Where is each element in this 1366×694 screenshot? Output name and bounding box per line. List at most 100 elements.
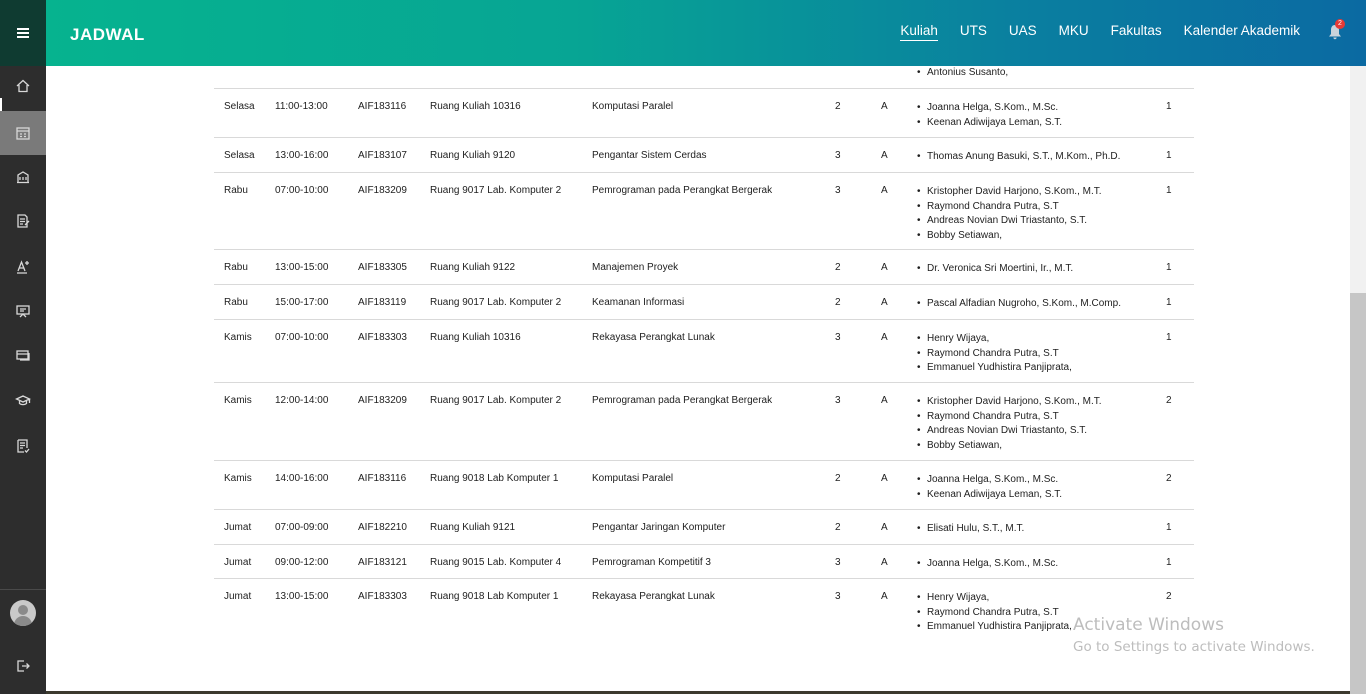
- day-cell: Selasa: [224, 101, 255, 112]
- list-check-icon: [17, 439, 30, 453]
- sks-cell: 3: [835, 150, 841, 161]
- lecturer-name: Henry Wijaya,: [917, 332, 1072, 347]
- course-code-cell: AIF183121: [358, 557, 407, 568]
- course-code-cell: AIF183119: [358, 297, 407, 308]
- lecturer-name: Raymond Chandra Putra, S.T: [917, 410, 1102, 425]
- day-cell: Rabu: [224, 185, 248, 196]
- lecturer-name: Kristopher David Harjono, S.Kom., M.T.: [917, 185, 1102, 200]
- lecturer-name: Bobby Setiawan,: [917, 439, 1102, 454]
- lecturer-name: Pascal Alfadian Nugroho, S.Kom., M.Comp.: [917, 297, 1121, 312]
- class-cell: A: [881, 297, 888, 308]
- lecturer-name: Bobby Setiawan,: [917, 229, 1102, 244]
- lecturer-name: Kristopher David Harjono, S.Kom., M.T.: [917, 395, 1102, 410]
- lecturer-name: Antonius Susanto,: [917, 66, 1008, 81]
- lecturer-name: Andreas Novian Dwi Triastanto, S.T.: [917, 424, 1102, 439]
- group-cell: 1: [1166, 297, 1172, 308]
- sidebar-item-schedule[interactable]: [0, 111, 46, 155]
- day-cell: Selasa: [224, 150, 255, 161]
- sidebar-item-home[interactable]: [0, 64, 46, 108]
- avatar[interactable]: [10, 600, 36, 626]
- sks-cell: 2: [835, 473, 841, 484]
- lecturer-name: Dr. Veronica Sri Moertini, Ir., M.T.: [917, 262, 1073, 277]
- nav-kalender-akademik[interactable]: Kalender Akademik: [1184, 23, 1300, 41]
- room-cell: Ruang Kuliah 10316: [430, 332, 521, 343]
- building-icon: [17, 171, 29, 184]
- nav-uts[interactable]: UTS: [960, 23, 987, 41]
- table-row: Kamis 14:00-16:00 AIF183116 Ruang 9018 Lab …: [214, 461, 1194, 510]
- document-edit-icon: [17, 214, 30, 228]
- sidebar-item-building[interactable]: [0, 155, 46, 199]
- time-cell: 13:00-15:00: [275, 591, 329, 602]
- course-name-cell: Keamanan Informasi: [592, 297, 685, 308]
- nav-uas[interactable]: UAS: [1009, 23, 1037, 41]
- course-code-cell: AIF183209: [358, 395, 407, 406]
- sidebar-item-list[interactable]: [0, 424, 46, 468]
- logout-button[interactable]: [0, 644, 46, 688]
- sks-cell: 3: [835, 557, 841, 568]
- sks-cell: 3: [835, 185, 841, 196]
- course-code-cell: AIF183107: [358, 150, 407, 161]
- sidebar-item-document[interactable]: [0, 199, 46, 243]
- table-row: Jumat 13:00-15:00 AIF183303 Ruang 9018 Lab …: [214, 579, 1194, 639]
- sidebar-item-graduation[interactable]: [0, 378, 46, 422]
- course-name-cell: Komputasi Paralel: [592, 473, 674, 484]
- room-cell: Ruang Kuliah 9120: [430, 150, 516, 161]
- sidebar: [0, 0, 46, 694]
- day-cell: Rabu: [224, 262, 248, 273]
- lecturer-name: Joanna Helga, S.Kom., M.Sc.: [917, 101, 1062, 116]
- lecturer-name: Thomas Anung Basuki, S.T., M.Kom., Ph.D.: [917, 150, 1120, 165]
- text-format-icon: [17, 260, 29, 274]
- nav-mku[interactable]: MKU: [1059, 23, 1089, 41]
- lecturer-name: Henry Wijaya,: [917, 591, 1072, 606]
- group-cell: 2: [1166, 591, 1172, 602]
- avatar-body: [14, 616, 32, 626]
- class-cell: A: [881, 150, 888, 161]
- sks-cell: 2: [835, 262, 841, 273]
- sidebar-item-presentation[interactable]: [0, 289, 46, 333]
- room-cell: Ruang 9015 Lab. Komputer 4: [430, 557, 562, 568]
- table-row: Kamis 07:00-10:00 AIF183303 Ruang Kuliah 10…: [214, 320, 1194, 383]
- course-name-cell: Pemrograman Kompetitif 3: [592, 557, 711, 568]
- course-code-cell: AIF183116: [358, 473, 407, 484]
- hamburger-icon: [17, 28, 29, 38]
- course-code-cell: AIF183305: [358, 262, 407, 273]
- group-cell: 1: [1166, 332, 1172, 343]
- day-cell: Kamis: [224, 395, 252, 406]
- graduation-cap-icon: [15, 395, 31, 406]
- course-code-cell: AIF183209: [358, 185, 407, 196]
- table-row: Rabu 13:00-15:00 AIF183305 Ruang Kuliah 912…: [214, 250, 1194, 285]
- sidebar-item-text[interactable]: [0, 245, 46, 289]
- day-cell: Jumat: [224, 557, 252, 568]
- time-cell: 07:00-10:00: [275, 185, 329, 196]
- class-cell: A: [881, 332, 888, 343]
- room-cell: Ruang 9018 Lab Komputer 1: [430, 473, 559, 484]
- sks-cell: 3: [835, 395, 841, 406]
- group-cell: 1: [1166, 101, 1172, 112]
- class-cell: A: [881, 395, 888, 406]
- day-cell: Jumat: [224, 591, 252, 602]
- group-cell: 1: [1166, 522, 1172, 533]
- sidebar-item-card[interactable]: [0, 333, 46, 377]
- course-name-cell: Manajemen Proyek: [592, 262, 679, 273]
- lecturer-cell: Kristopher David Harjono, S.Kom., M.T.Ra…: [917, 395, 1102, 453]
- lecturer-cell: Thomas Anung Basuki, S.T., M.Kom., Ph.D.: [917, 150, 1120, 165]
- group-cell: 1: [1166, 262, 1172, 273]
- menu-toggle-button[interactable]: [0, 0, 46, 66]
- room-cell: Ruang Kuliah 9122: [430, 262, 516, 273]
- lecturer-name: Joanna Helga, S.Kom., M.Sc.: [917, 557, 1058, 572]
- course-name-cell: Pemrograman pada Perangkat Bergerak: [592, 185, 773, 196]
- class-cell: A: [881, 101, 888, 112]
- lecturer-name: Raymond Chandra Putra, S.T: [917, 606, 1072, 621]
- course-name-cell: Pemrograman pada Perangkat Bergerak: [592, 395, 773, 406]
- sks-cell: 2: [835, 101, 841, 112]
- nav-fakultas[interactable]: Fakultas: [1111, 23, 1162, 41]
- room-cell: Ruang 9017 Lab. Komputer 2: [430, 297, 562, 308]
- table-row: Kamis 12:00-14:00 AIF183209 Ruang 9017 Lab.…: [214, 383, 1194, 461]
- nav-kuliah[interactable]: Kuliah: [900, 23, 938, 41]
- lecturer-name: Keenan Adiwijaya Leman, S.T.: [917, 116, 1062, 131]
- day-cell: Kamis: [224, 332, 252, 343]
- scrollbar-thumb[interactable]: [1350, 293, 1366, 694]
- lecturer-name: Andreas Novian Dwi Triastanto, S.T.: [917, 214, 1102, 229]
- time-cell: 11:00-13:00: [275, 101, 328, 112]
- lecturer-name: Elisati Hulu, S.T., M.T.: [917, 522, 1024, 537]
